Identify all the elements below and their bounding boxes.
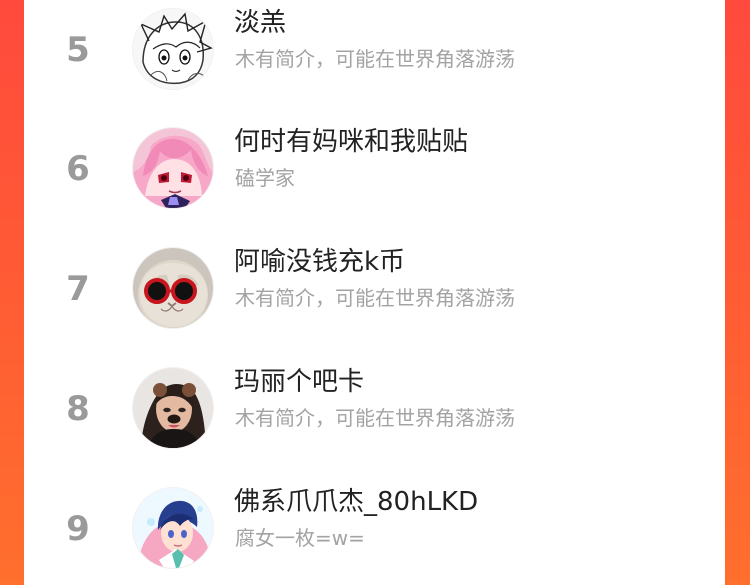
user-bio: 木有简介，可能在世界角落游荡 xyxy=(235,406,515,430)
user-avatar[interactable] xyxy=(133,9,213,89)
ranking-panel: 5 淡羔 木有简介，可能在世界角落游荡 6 何时有妈咪和我贴贴 磕学家 7 阿喻… xyxy=(24,0,725,585)
rank-row[interactable]: 7 阿喻没钱充k币 木有简介，可能在世界角落游荡 xyxy=(24,239,725,359)
girl-dog-filter-avatar xyxy=(133,368,213,448)
user-bio: 木有简介，可能在世界角落游荡 xyxy=(235,47,515,71)
username: 阿喻没钱充k币 xyxy=(234,247,406,277)
username: 佛系爪爪杰_80hLKD xyxy=(234,487,479,517)
username: 淡羔 xyxy=(234,8,287,38)
user-avatar[interactable] xyxy=(133,128,213,208)
cat-sunglasses-avatar xyxy=(133,248,213,328)
user-avatar[interactable] xyxy=(133,368,213,448)
username: 何时有妈咪和我贴贴 xyxy=(234,127,469,157)
blue-hair-character-avatar xyxy=(133,488,213,568)
pink-hair-anime-avatar xyxy=(133,128,213,208)
rank-row[interactable]: 5 淡羔 木有简介，可能在世界角落游荡 xyxy=(24,0,725,120)
rank-number: 8 xyxy=(66,389,90,429)
user-avatar[interactable] xyxy=(133,488,213,568)
rank-number: 7 xyxy=(66,269,90,309)
rank-number: 5 xyxy=(66,30,90,70)
user-bio: 木有简介，可能在世界角落游荡 xyxy=(235,286,515,310)
ranking-screen: 5 淡羔 木有简介，可能在世界角落游荡 6 何时有妈咪和我贴贴 磕学家 7 阿喻… xyxy=(0,0,750,585)
rank-list: 5 淡羔 木有简介，可能在世界角落游荡 6 何时有妈咪和我贴贴 磕学家 7 阿喻… xyxy=(24,0,725,585)
rank-number: 6 xyxy=(66,149,90,189)
user-bio: 磕学家 xyxy=(235,166,295,190)
rank-row[interactable]: 6 何时有妈咪和我贴贴 磕学家 xyxy=(24,119,725,239)
rank-number: 9 xyxy=(66,509,90,549)
username: 玛丽个吧卡 xyxy=(234,367,365,397)
user-avatar[interactable] xyxy=(133,248,213,328)
sketch-character-avatar xyxy=(133,9,213,89)
rank-row[interactable]: 8 玛丽个吧卡 木有简介，可能在世界角落游荡 xyxy=(24,359,725,479)
user-bio: 腐女一枚=w= xyxy=(235,526,365,550)
rank-row[interactable]: 9 佛系爪爪杰_80hLKD 腐女一枚=w= xyxy=(24,479,725,585)
